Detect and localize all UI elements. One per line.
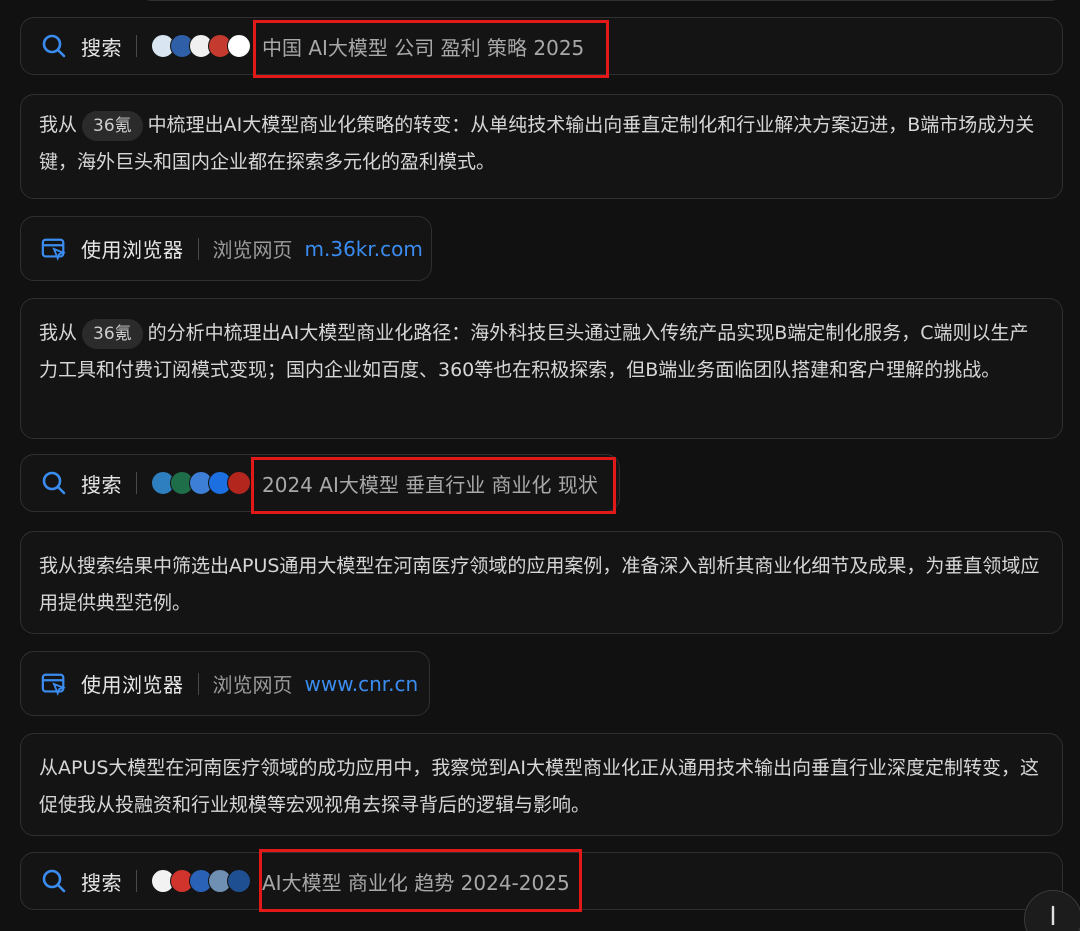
browser-label: 使用浏览器 — [81, 238, 184, 262]
browse-action: 浏览网页 — [212, 673, 293, 697]
search-icon — [41, 33, 67, 59]
divider — [136, 472, 137, 494]
browse-action: 浏览网页 — [212, 238, 293, 262]
highlight-box — [251, 457, 616, 514]
search-label: 搜索 — [81, 35, 122, 60]
browser-icon — [41, 671, 67, 697]
source-logo — [227, 34, 251, 58]
reasoning-card-1: 我从 36氪 中梳理出AI大模型商业化策略的转变：从单纯技术输出向垂直定制化和行业解… — [20, 94, 1063, 199]
search-label: 搜索 — [81, 472, 122, 497]
reasoning-text: 从APUS大模型在河南医疗领域的成功应用中，我察觉到AI大模型商业化正从通用技术… — [39, 757, 1040, 816]
search-icon — [41, 868, 67, 894]
source-chip[interactable]: 36氪 — [82, 319, 143, 349]
browsed-url[interactable]: www.cnr.cn — [305, 672, 419, 696]
reasoning-text: 中梳理出AI大模型商业化策略的转变：从单纯技术输出向垂直定制化和行业解决方案迈进… — [39, 114, 1035, 173]
browser-step-2[interactable]: 使用浏览器 浏览网页 www.cnr.cn — [20, 651, 430, 716]
divider — [136, 35, 137, 57]
highlight-box — [253, 20, 609, 78]
source-logos — [151, 34, 251, 58]
browser-label: 使用浏览器 — [81, 673, 184, 697]
reasoning-card-3: 我从搜索结果中筛选出APUS通用大模型在河南医疗领域的应用案例，准备深入剖析其商… — [20, 531, 1063, 634]
agent-activity-log: 搜索 中国 AI大模型 公司 盈利 策略 2025 我从 36氪 中梳理出AI大模型… — [0, 0, 1080, 931]
search-label: 搜索 — [81, 870, 122, 895]
source-logos — [151, 471, 251, 495]
reasoning-text-prefix: 我从 — [39, 322, 78, 344]
browser-step-1[interactable]: 使用浏览器 浏览网页 m.36kr.com — [20, 216, 432, 281]
reasoning-card-2: 我从 36氪 的分析中梳理出AI大模型商业化路径：海外科技巨头通过融入传统产品实现B… — [20, 298, 1063, 439]
search-icon — [41, 470, 67, 496]
previous-card-edge — [140, 0, 1062, 1]
reasoning-text-prefix: 我从 — [39, 114, 78, 136]
browsed-url[interactable]: m.36kr.com — [305, 237, 423, 261]
divider — [136, 870, 137, 892]
source-logo — [227, 869, 251, 893]
reasoning-text: 我从搜索结果中筛选出APUS通用大模型在河南医疗领域的应用案例，准备深入剖析其商… — [39, 555, 1040, 614]
browser-icon — [41, 236, 67, 262]
source-logo — [227, 471, 251, 495]
reasoning-text: 的分析中梳理出AI大模型商业化路径：海外科技巨头通过融入传统产品实现B端定制化服… — [39, 322, 1029, 381]
highlight-box — [259, 849, 582, 912]
source-logos — [151, 869, 251, 893]
reasoning-card-4: 从APUS大模型在河南医疗领域的成功应用中，我察觉到AI大模型商业化正从通用技术… — [20, 733, 1063, 836]
source-chip[interactable]: 36氪 — [82, 111, 143, 141]
divider — [197, 237, 199, 260]
arrow-down-icon — [1045, 905, 1061, 929]
divider — [197, 672, 199, 695]
